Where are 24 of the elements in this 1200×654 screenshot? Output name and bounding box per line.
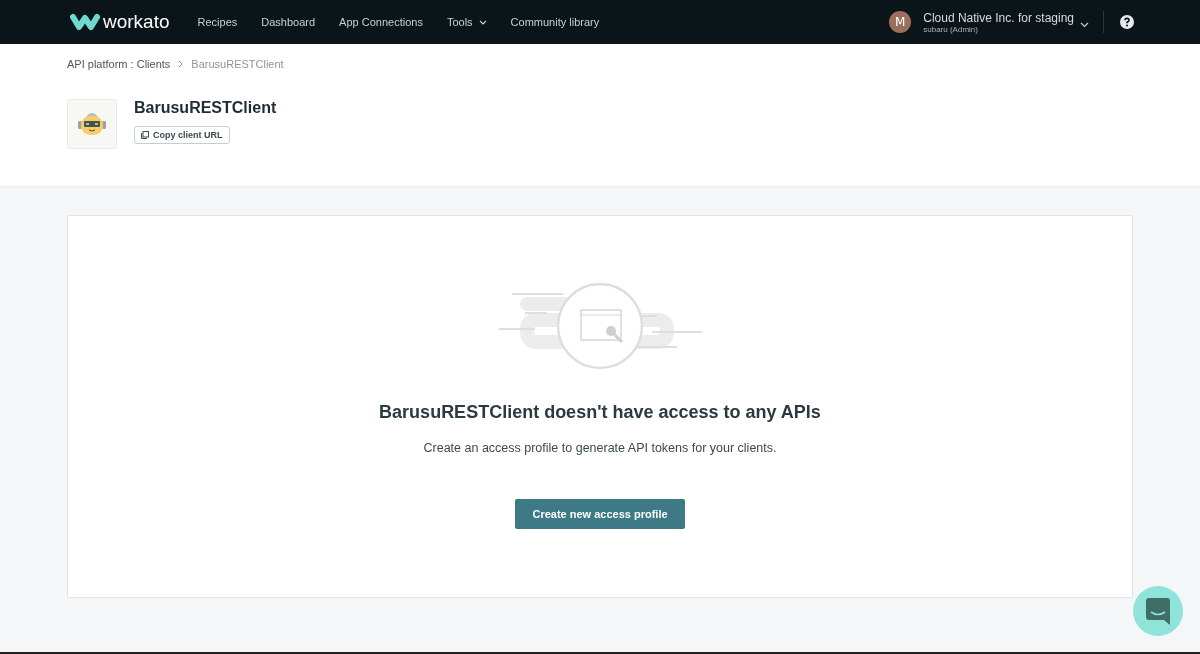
client-name: BarusuRESTClient [134,99,277,117]
copy-url-button[interactable]: Copy client URL [134,126,230,144]
breadcrumb-link[interactable]: API platform : Clients [67,58,171,70]
chevron-down-icon[interactable] [1080,22,1089,28]
nav-link[interactable]: App Connections [339,16,423,28]
copy-icon [141,131,149,139]
nav-link[interactable]: Community library [510,16,600,28]
robot-icon [67,99,117,149]
account-name[interactable]: Cloud Native Inc. for staging [923,10,1074,25]
create-access-profile-button[interactable]: Create new access profile [515,499,685,529]
chevron-right-icon [178,60,184,68]
empty-state-title: BarusuRESTClient doesn't have access to any APIs [379,402,821,423]
nav-link[interactable]: Tools [446,16,487,28]
account-avatar[interactable]: M [889,11,912,33]
logo-icon[interactable] [70,13,100,31]
empty-state-message: Create an access profile to generate API tokens for your clients. [423,441,777,455]
chevron-down-icon [478,19,487,25]
nav-link[interactable]: Dashboard [261,16,316,28]
help-icon[interactable] [1120,15,1134,29]
account-role: subaru (Admin) [923,24,979,34]
nav-link[interactable]: Recipes [197,16,238,28]
chat-button[interactable] [1133,586,1183,636]
logo-wordmark[interactable]: workato [103,11,170,33]
chat-icon [1146,597,1170,625]
